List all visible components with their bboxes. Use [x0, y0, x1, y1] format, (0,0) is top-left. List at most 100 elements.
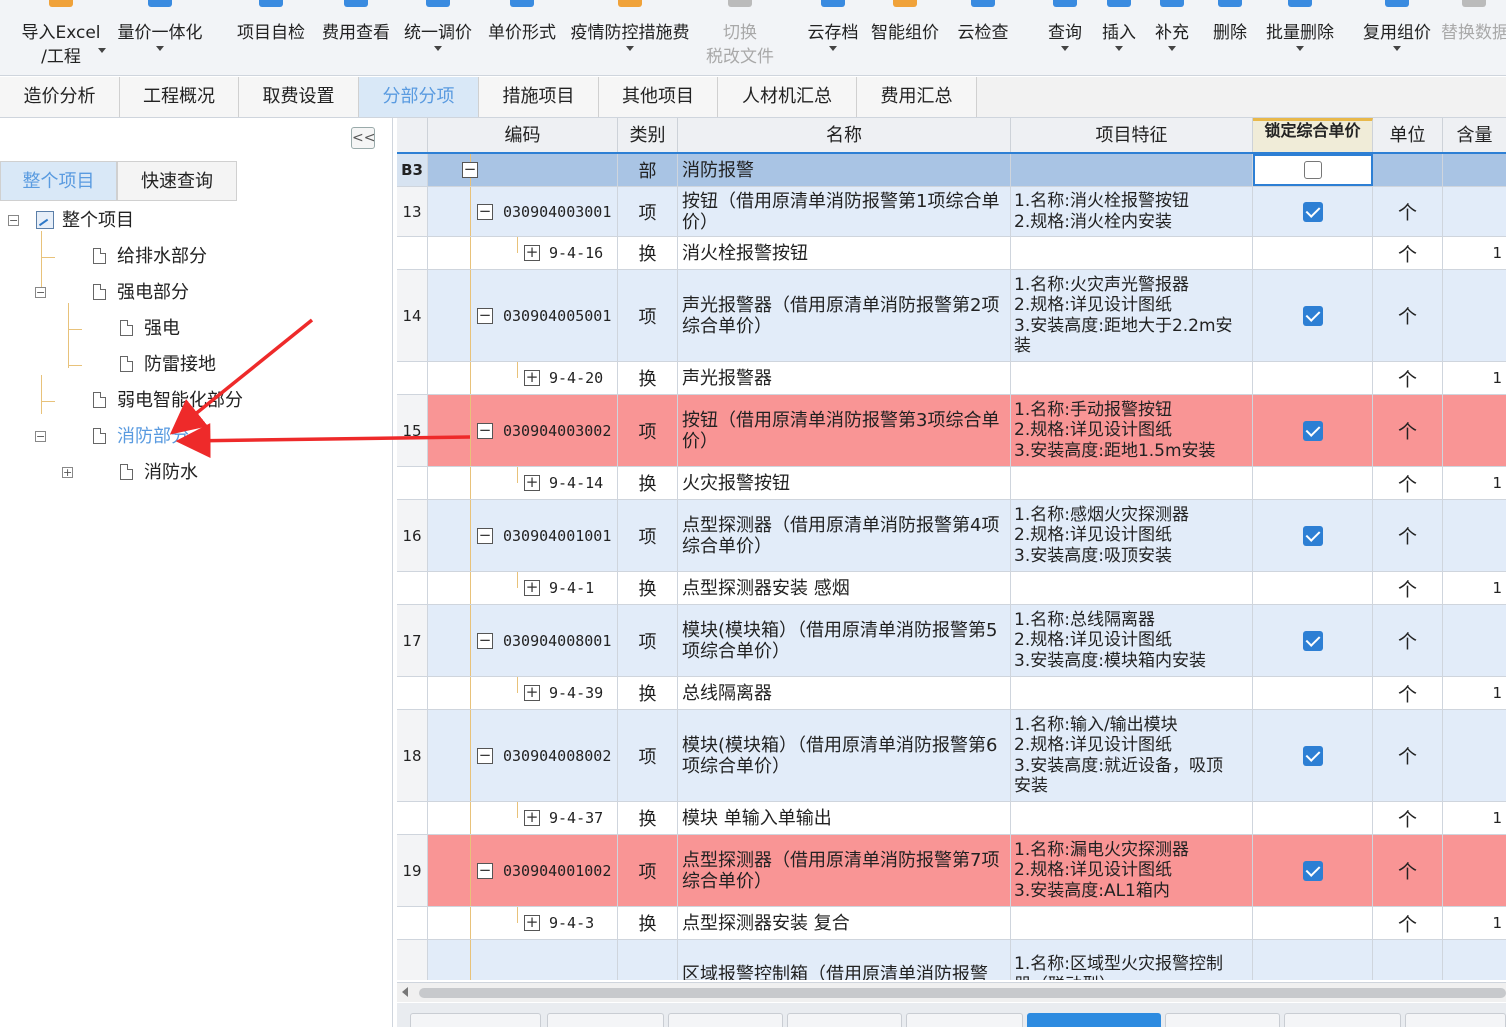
- cell-code[interactable]: +9-4-20: [428, 362, 618, 394]
- tree-node-2[interactable]: − 强电部分: [0, 281, 392, 305]
- cell-unit[interactable]: [1373, 940, 1443, 980]
- cell-unit[interactable]: 个: [1373, 835, 1443, 906]
- cell-unit[interactable]: 个: [1373, 802, 1443, 834]
- cell-qty[interactable]: [1443, 270, 1506, 361]
- checkbox-checked-icon[interactable]: [1302, 525, 1323, 546]
- expand-icon[interactable]: +: [524, 810, 540, 826]
- checkbox-checked-icon[interactable]: [1302, 860, 1323, 881]
- chevron-down-icon[interactable]: [1296, 46, 1304, 51]
- table-row[interactable]: 14−030904005001 项声光报警器（借用原清单消防报警第2项 综合单价） 1…: [397, 270, 1506, 362]
- cell-feature[interactable]: 1.名称:火灾声光警报器 2.规格:详见设计图纸 3.安装高度:距地大于2.2m安装: [1011, 270, 1253, 361]
- tree-node-7[interactable]: + 消防水: [0, 461, 392, 485]
- row-number[interactable]: [397, 677, 428, 709]
- expand-icon[interactable]: +: [524, 580, 540, 596]
- collapse-icon[interactable]: −: [8, 215, 19, 226]
- collapse-icon[interactable]: −: [477, 747, 493, 764]
- table-row[interactable]: +9-4-14 换火灾报警按钮个 1: [397, 467, 1506, 500]
- tree-node-4[interactable]: 防雷接地: [0, 353, 392, 377]
- table-row[interactable]: +9-4-3 换点型探测器安装 复合个 1: [397, 907, 1506, 940]
- cell-type[interactable]: 换: [618, 467, 678, 499]
- cell-feature[interactable]: 1.名称:总线隔离器 2.规格:详见设计图纸 3.安装高度:模块箱内安装: [1011, 605, 1253, 676]
- cell-qty[interactable]: 1: [1443, 467, 1506, 499]
- bottom-tab[interactable]: [1284, 1013, 1401, 1027]
- row-number[interactable]: [397, 940, 428, 980]
- tab-5[interactable]: 其他项目: [599, 77, 718, 117]
- toolbar-button-13[interactable]: 补充: [1150, 0, 1194, 74]
- cell-lock-price[interactable]: [1253, 940, 1373, 980]
- cell-type[interactable]: 项: [618, 605, 678, 676]
- table-row[interactable]: 13−030904003001 项按钮（借用原清单消防报警第1项综合单 价） 1.名称…: [397, 187, 1506, 237]
- cell-type[interactable]: 部: [618, 154, 678, 186]
- tab-3[interactable]: 分部分项: [359, 77, 479, 117]
- row-number[interactable]: [397, 467, 428, 499]
- cell-unit[interactable]: 个: [1373, 605, 1443, 676]
- horizontal-scrollbar[interactable]: [397, 982, 1506, 1002]
- cell-lock-price[interactable]: [1253, 802, 1373, 834]
- collapse-icon[interactable]: −: [477, 632, 493, 649]
- bottom-tab[interactable]: [1165, 1013, 1280, 1027]
- cell-name[interactable]: 按钮（借用原清单消防报警第3项综合单 价）: [678, 395, 1011, 466]
- cell-type[interactable]: 换: [618, 572, 678, 604]
- table-row[interactable]: +9-4-1 换点型探测器安装 感烟个 1: [397, 572, 1506, 605]
- cell-feature[interactable]: [1011, 802, 1253, 834]
- table-row[interactable]: 19−030904001002 项点型探测器（借用原清单消防报警第7项 综合单价） 1…: [397, 835, 1506, 907]
- collapse-icon[interactable]: −: [477, 422, 493, 439]
- tab-4[interactable]: 措施项目: [479, 77, 599, 117]
- toolbar-button-8[interactable]: 云存档: [803, 0, 863, 74]
- tree-node-3[interactable]: 强电: [0, 317, 392, 341]
- cell-qty[interactable]: 1: [1443, 677, 1506, 709]
- collapse-icon[interactable]: −: [35, 431, 46, 442]
- cell-feature[interactable]: [1011, 467, 1253, 499]
- expand-icon[interactable]: +: [524, 370, 540, 386]
- bottom-tab[interactable]: [787, 1013, 902, 1027]
- cell-feature[interactable]: 1.名称:输入/输出模块 2.规格:详见设计图纸 3.安装高度:就近设备，吸顶 安装: [1011, 710, 1253, 801]
- toolbar-button-11[interactable]: 查询: [1043, 0, 1087, 74]
- toolbar-button-16[interactable]: 复用组价: [1357, 0, 1437, 74]
- cell-name[interactable]: 点型探测器安装 感烟: [678, 572, 1011, 604]
- scrollbar-thumb[interactable]: [419, 988, 1506, 998]
- cell-unit[interactable]: 个: [1373, 270, 1443, 361]
- cell-code[interactable]: [428, 940, 618, 980]
- cell-qty[interactable]: 1: [1443, 362, 1506, 394]
- cell-qty[interactable]: [1443, 605, 1506, 676]
- cell-qty[interactable]: [1443, 154, 1506, 186]
- cell-name[interactable]: 模块(模块箱）（借用原清单消防报警第5 项综合单价）: [678, 605, 1011, 676]
- cell-feature[interactable]: 1.名称:感烟火灾探测器 2.规格:详见设计图纸 3.安装高度:吸顶安装: [1011, 500, 1253, 571]
- tree-node-0[interactable]: − 整个项目: [0, 209, 392, 233]
- chevron-down-icon[interactable]: [1115, 46, 1123, 51]
- bottom-tab-active[interactable]: [1027, 1013, 1161, 1027]
- cell-type[interactable]: 项: [618, 835, 678, 906]
- cell-name[interactable]: 点型探测器安装 复合: [678, 907, 1011, 939]
- checkbox-checked-icon[interactable]: [1302, 201, 1323, 222]
- cell-type[interactable]: 换: [618, 362, 678, 394]
- cell-feature[interactable]: [1011, 362, 1253, 394]
- cell-name[interactable]: 总线隔离器: [678, 677, 1011, 709]
- checkbox-checked-icon[interactable]: [1302, 630, 1323, 651]
- collapse-icon[interactable]: −: [35, 287, 46, 298]
- row-number[interactable]: 13: [397, 187, 428, 236]
- tree-node-6[interactable]: − 消防部分: [0, 425, 392, 449]
- cell-name[interactable]: 点型探测器（借用原清单消防报警第4项 综合单价）: [678, 500, 1011, 571]
- cell-name[interactable]: 消火栓报警按钮: [678, 237, 1011, 269]
- bottom-tab[interactable]: [547, 1013, 664, 1027]
- cell-qty[interactable]: 1: [1443, 237, 1506, 269]
- expand-icon[interactable]: +: [62, 467, 73, 478]
- left-tab-1[interactable]: 快速查询: [117, 161, 237, 201]
- toolbar-button-2[interactable]: 项目自检: [231, 0, 311, 74]
- cell-unit[interactable]: 个: [1373, 395, 1443, 466]
- table-row[interactable]: 15−030904003002 项按钮（借用原清单消防报警第3项综合单 价） 1.名称…: [397, 395, 1506, 467]
- toolbar-button-5[interactable]: 单价形式: [484, 0, 560, 74]
- cell-feature[interactable]: [1011, 677, 1253, 709]
- tree-node-5[interactable]: 弱电智能化部分: [0, 389, 392, 413]
- row-number[interactable]: [397, 907, 428, 939]
- cell-code[interactable]: −030904003002: [428, 395, 618, 466]
- tree-node-1[interactable]: 给排水部分: [0, 245, 392, 269]
- cell-feature[interactable]: 1.名称:漏电火灾探测器 2.规格:详见设计图纸 3.安装高度:AL1箱内: [1011, 835, 1253, 906]
- cell-name[interactable]: 声光报警器（借用原清单消防报警第2项 综合单价）: [678, 270, 1011, 361]
- chevron-down-icon[interactable]: [626, 46, 634, 51]
- tab-1[interactable]: 工程概况: [120, 77, 239, 117]
- cell-type[interactable]: 项: [618, 187, 678, 236]
- cell-code[interactable]: −030904001001: [428, 500, 618, 571]
- cell-name[interactable]: 按钮（借用原清单消防报警第1项综合单 价）: [678, 187, 1011, 236]
- table-row[interactable]: 17−030904008001 项模块(模块箱）（借用原清单消防报警第5 项综合单价…: [397, 605, 1506, 677]
